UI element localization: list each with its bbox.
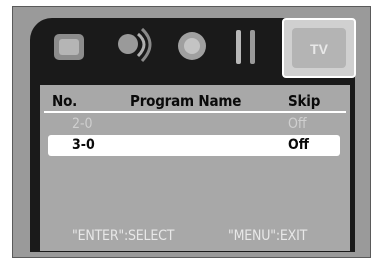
tools-icon[interactable]	[228, 26, 264, 68]
column-header-program-name: Program Name	[130, 92, 242, 110]
program-number: 3-0	[72, 137, 95, 153]
program-row-selected[interactable]: 3-0 Off	[48, 135, 340, 156]
tv-icon[interactable]: TV	[282, 18, 356, 78]
program-row[interactable]: 2-0 Off	[48, 114, 340, 135]
column-header-no: No.	[52, 92, 78, 110]
header-divider	[44, 111, 346, 113]
tv-icon-graphic: TV	[292, 28, 346, 68]
sound-icon[interactable]	[112, 24, 156, 68]
skip-value[interactable]: Off	[288, 116, 307, 132]
picture-icon[interactable]	[48, 26, 90, 68]
program-number: 2-0	[72, 116, 93, 132]
enter-select-hint: "ENTER":SELECT	[72, 228, 175, 244]
tv-icon-label: TV	[310, 41, 329, 57]
column-header-skip: Skip	[288, 92, 321, 110]
setup-icon[interactable]	[174, 28, 210, 64]
skip-value[interactable]: Off	[288, 137, 309, 153]
menu-exit-hint: "MENU":EXIT	[228, 228, 308, 244]
